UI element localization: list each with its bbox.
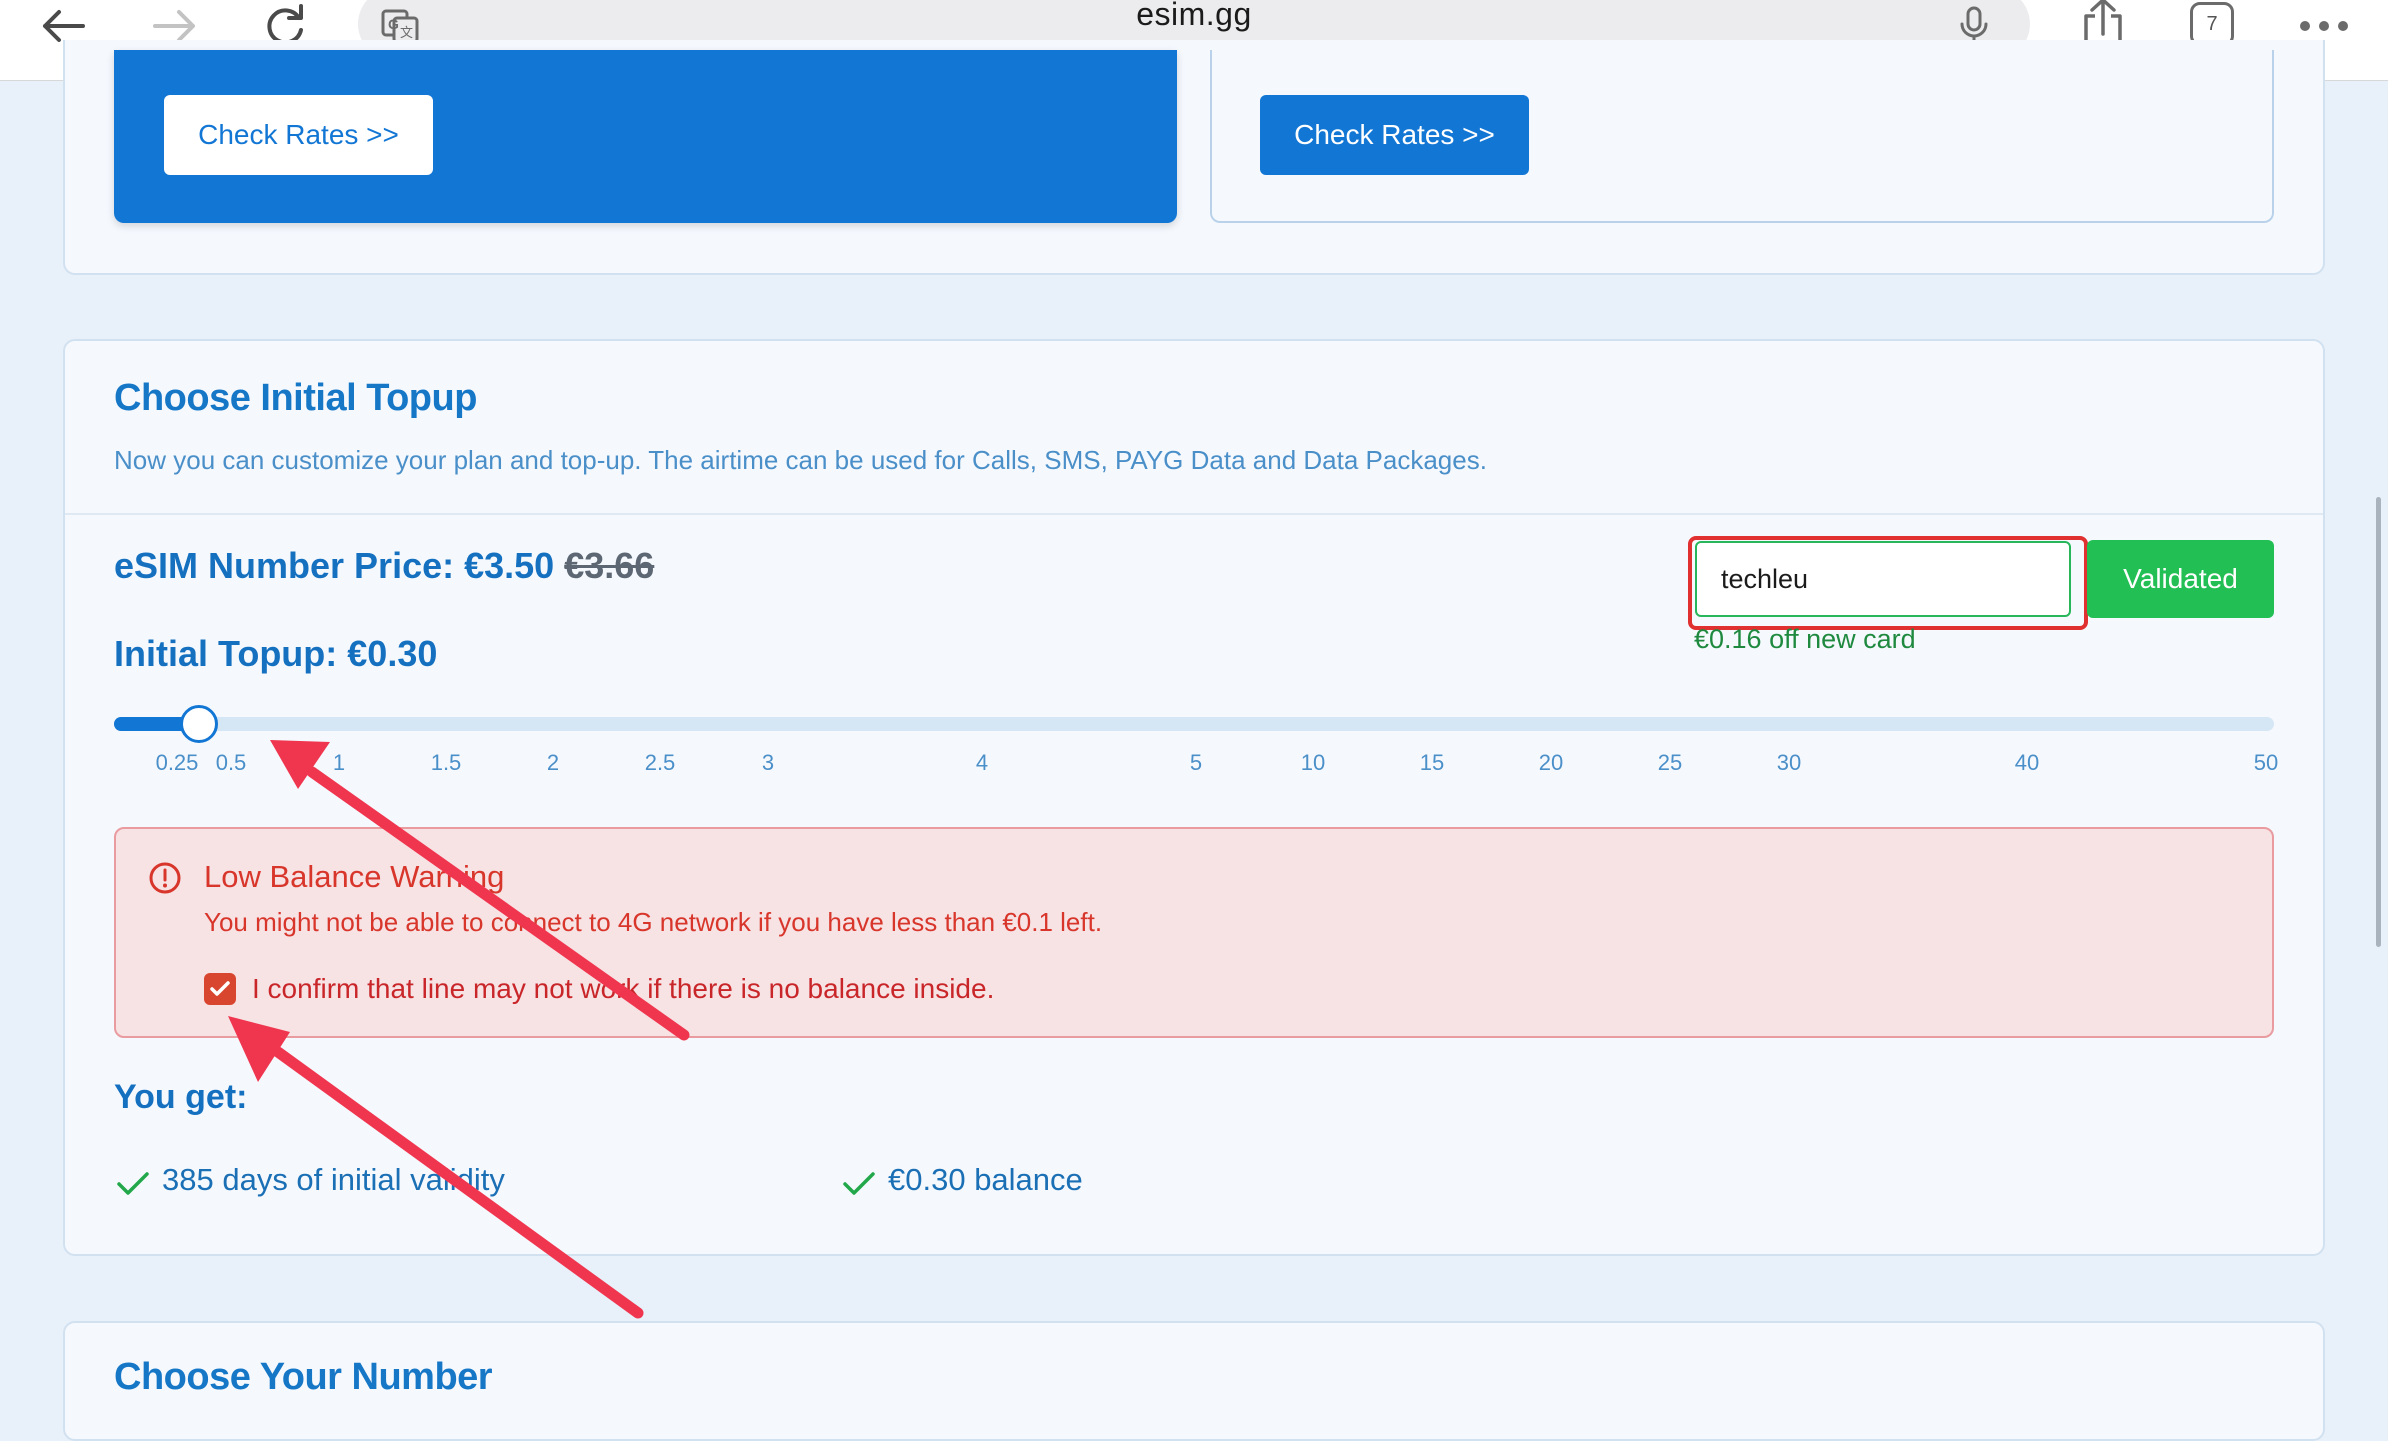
slider-tick-label[interactable]: 30 bbox=[1777, 750, 1801, 776]
promo-code-input[interactable] bbox=[1695, 541, 2071, 617]
slider-tick-label[interactable]: 2 bbox=[547, 750, 559, 776]
topup-subtitle: Now you can customize your plan and top-… bbox=[114, 445, 1487, 475]
slider-tick-label[interactable]: 3 bbox=[762, 750, 774, 776]
check-rates-button[interactable]: Check Rates >> bbox=[164, 95, 433, 175]
topup-slider[interactable] bbox=[114, 705, 2274, 743]
slider-tick-label[interactable]: 2.5 bbox=[645, 750, 676, 776]
confirm-label[interactable]: I confirm that line may not work if ther… bbox=[252, 973, 994, 1005]
slider-tick-label[interactable]: 0.5 bbox=[216, 750, 247, 776]
slider-tick-label[interactable]: 10 bbox=[1301, 750, 1325, 776]
esim-price-old: €3.66 bbox=[564, 545, 655, 586]
slider-tick-label[interactable]: 20 bbox=[1539, 750, 1563, 776]
you-get-title: You get: bbox=[114, 1078, 248, 1116]
checkmark-icon bbox=[210, 981, 230, 996]
page-scrollbar[interactable] bbox=[2376, 497, 2381, 947]
initial-topup-label: Initial Topup: €0.30 bbox=[114, 633, 438, 674]
url-text: esim.gg bbox=[1136, 0, 1252, 32]
tab-count: 7 bbox=[2206, 12, 2218, 35]
slider-track bbox=[114, 717, 2274, 731]
slider-tick-label[interactable]: 0.25 bbox=[156, 750, 199, 776]
number-section-title: Choose Your Number bbox=[114, 1356, 493, 1398]
alert-circle-icon bbox=[148, 861, 182, 900]
slider-tick-label[interactable]: 15 bbox=[1420, 750, 1444, 776]
esim-price-current: eSIM Number Price: €3.50 bbox=[114, 545, 555, 586]
slider-tick-label[interactable]: 40 bbox=[2015, 750, 2039, 776]
slider-tick-label[interactable]: 5 bbox=[1190, 750, 1202, 776]
topup-title: Choose Initial Topup bbox=[114, 377, 477, 419]
topup-header-divider bbox=[65, 513, 2323, 515]
slider-tick-label[interactable]: 1 bbox=[333, 750, 345, 776]
warning-message: You might not be able to connect to 4G n… bbox=[204, 907, 1103, 937]
esim-price: eSIM Number Price: €3.50 €3.66 bbox=[114, 545, 654, 587]
slider-tick-label[interactable]: 4 bbox=[976, 750, 988, 776]
check-rates-button-secondary[interactable]: Check Rates >> bbox=[1260, 95, 1529, 175]
check-icon bbox=[842, 1170, 876, 1203]
discount-note: €0.16 off new card bbox=[1694, 624, 1916, 654]
warning-title: Low Balance Warning bbox=[204, 859, 505, 894]
benefit-balance: €0.30 balance bbox=[888, 1162, 1083, 1197]
topup-section bbox=[63, 339, 2325, 1256]
validated-button[interactable]: Validated bbox=[2087, 540, 2274, 618]
low-balance-warning: Low Balance Warning You might not be abl… bbox=[114, 827, 2274, 1038]
slider-handle[interactable] bbox=[180, 705, 218, 743]
slider-tick-label[interactable]: 25 bbox=[1658, 750, 1682, 776]
slider-tick-label[interactable]: 50 bbox=[2254, 750, 2278, 776]
benefit-validity: 385 days of initial validity bbox=[162, 1162, 505, 1197]
confirm-checkbox[interactable] bbox=[204, 973, 236, 1005]
slider-tick-label[interactable]: 1.5 bbox=[431, 750, 462, 776]
check-icon bbox=[116, 1170, 150, 1203]
